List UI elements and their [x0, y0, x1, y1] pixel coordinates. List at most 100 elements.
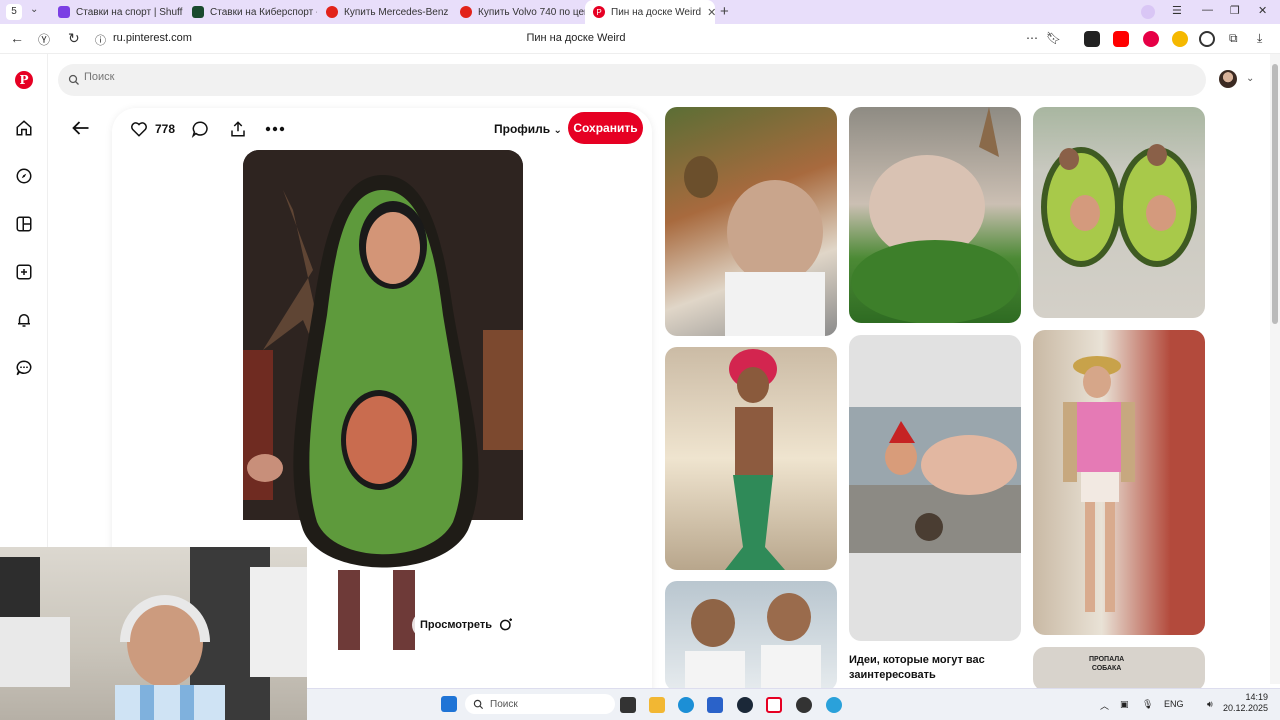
view-visit-button[interactable]: Просмотреть	[412, 612, 522, 638]
more-options-icon[interactable]	[265, 119, 285, 139]
related-pin-illustration	[849, 407, 1021, 553]
related-pin-gnome-cart[interactable]	[849, 335, 1021, 641]
tab-label: Купить Mercedes-Benz по	[344, 6, 451, 18]
related-pin-cucumber-beard[interactable]	[849, 107, 1021, 323]
clock-date: 20.12.2025	[1222, 703, 1268, 713]
taskbar-clock[interactable]: 14:19 20.12.2025	[1218, 692, 1268, 714]
search-input[interactable]	[84, 71, 884, 83]
related-pin-kiwi-head[interactable]	[665, 107, 837, 336]
coin-extension-icon[interactable]	[1172, 31, 1188, 47]
tab-mercedes[interactable]: Купить Mercedes-Benz по	[318, 0, 451, 24]
tab-esport[interactable]: Ставки на Киберспорт - С	[184, 0, 317, 24]
search-bar[interactable]	[58, 64, 1206, 96]
search-icon	[473, 699, 484, 709]
microphone-icon[interactable]: 🎙︎	[1142, 699, 1153, 710]
related-pin-cowboy[interactable]	[1033, 330, 1205, 635]
close-tab-icon[interactable]: ✕	[707, 6, 715, 19]
messages-icon[interactable]	[14, 358, 34, 378]
esport-favicon-icon	[192, 6, 204, 18]
tab-label: Ставки на Киберспорт - С	[210, 6, 317, 18]
steam-icon[interactable]	[737, 697, 753, 713]
address-bar: ← Ⓨ ↻ ⓘ ru.pinterest.com Пин на доске We…	[0, 24, 1280, 54]
browser-tab-strip: 5 ⌄ Ставки на спорт | Shuffle Ставки на …	[0, 0, 1280, 24]
volume-icon[interactable]: 🔊︎	[1207, 699, 1213, 710]
pinterest-logo-icon[interactable]: P	[15, 71, 33, 89]
back-arrow-icon[interactable]	[72, 120, 90, 141]
home-icon[interactable]	[14, 118, 34, 138]
tab-volvo[interactable]: Купить Volvo 740 по цене	[452, 0, 585, 24]
tab-pinterest-active[interactable]: P Пин на доске Weird ✕	[585, 0, 715, 24]
collections-icon[interactable]: ⧉	[1229, 31, 1238, 46]
pinterest-favicon-icon: P	[593, 6, 605, 18]
account-chevron-down-icon[interactable]: ⌄	[1246, 73, 1254, 84]
tab-list-chevron-icon[interactable]: ⌄	[30, 4, 38, 15]
youtube-style-favicon-icon	[460, 6, 472, 18]
profile-icon[interactable]	[1141, 5, 1155, 19]
shuffle-favicon-icon	[58, 6, 70, 18]
user-avatar[interactable]	[1219, 70, 1237, 88]
webcam-overlay	[0, 547, 307, 720]
webcam-streamer-illustration	[0, 547, 307, 720]
view-label: Просмотреть	[420, 619, 492, 631]
youtube-extension-icon[interactable]	[1113, 31, 1129, 47]
sign-text: ПРОПАЛА СОБАКА	[1089, 655, 1124, 673]
search-icon	[68, 74, 79, 85]
file-explorer-icon[interactable]	[649, 697, 665, 713]
taskbar-search[interactable]: Поиск	[465, 694, 615, 714]
yandex-browser-icon[interactable]	[766, 697, 782, 713]
related-pin-illustration	[1041, 144, 1197, 267]
clock-time: 14:19	[1245, 692, 1268, 702]
minimize-icon[interactable]: —	[1202, 4, 1213, 16]
related-pin-illustration	[851, 107, 1019, 323]
taskbar-search-label: Поиск	[490, 698, 518, 710]
tab-label: Купить Volvo 740 по цене	[478, 6, 585, 18]
sign-line-1: ПРОПАЛА	[1089, 656, 1125, 663]
tray-app-icon[interactable]: ▣	[1120, 699, 1129, 710]
related-pin-avocado-duo[interactable]	[1033, 107, 1205, 318]
telegram-icon[interactable]	[826, 697, 842, 713]
edge-browser-icon[interactable]	[678, 697, 694, 713]
comment-icon[interactable]	[191, 119, 209, 139]
download-icon[interactable]: ⤓	[1257, 31, 1262, 46]
chevron-down-icon: ⌄	[553, 125, 562, 136]
save-button[interactable]: Сохранить	[568, 112, 643, 144]
boards-icon[interactable]	[14, 214, 34, 234]
more-dots-icon[interactable]: ⋯	[1026, 31, 1038, 45]
ideas-heading: Идеи, которые могут вас заинтересовать	[849, 654, 985, 681]
close-window-icon[interactable]: ✕	[1258, 4, 1267, 17]
task-view-icon[interactable]	[620, 697, 636, 713]
menu-icon[interactable]: ☰	[1172, 4, 1182, 17]
tab-count-badge[interactable]: 5	[6, 4, 22, 20]
profile-dropdown[interactable]: Профиль ⌄	[494, 122, 562, 136]
extension-icon[interactable]	[1084, 31, 1100, 47]
like-heart-icon[interactable]	[130, 119, 148, 139]
explore-compass-icon[interactable]	[14, 166, 34, 186]
scrollbar-thumb[interactable]	[1272, 64, 1278, 324]
profile-label: Профиль	[494, 122, 551, 136]
tray-chevron-up-icon[interactable]: ︿	[1100, 699, 1109, 712]
store-icon[interactable]	[707, 697, 723, 713]
media-extension-icon[interactable]	[1199, 31, 1215, 47]
adblock-extension-icon[interactable]	[1143, 31, 1159, 47]
restore-icon[interactable]: ❐	[1230, 4, 1240, 17]
page-title: Пин на доске Weird	[526, 32, 626, 44]
create-plus-icon[interactable]	[14, 262, 34, 282]
tab-label: Пин на доске Weird	[611, 6, 702, 18]
related-pin-lost-dog-sign[interactable]: ПРОПАЛА СОБАКА	[1033, 647, 1205, 691]
related-pin-illustration	[684, 156, 825, 336]
related-pin-illustration	[685, 593, 821, 691]
related-pin-illustration	[725, 349, 785, 570]
language-indicator[interactable]: ENG	[1164, 699, 1184, 709]
sign-line-2: СОБАКА	[1091, 665, 1122, 672]
share-upload-icon[interactable]	[229, 119, 247, 139]
related-pin-mermaid-man[interactable]	[665, 347, 837, 570]
obs-icon[interactable]	[796, 697, 812, 713]
related-pin-two-men[interactable]	[665, 581, 837, 691]
new-tab-icon[interactable]: +	[720, 3, 729, 20]
windows-start-icon[interactable]	[441, 696, 457, 712]
related-pin-illustration	[1063, 356, 1135, 612]
notifications-bell-icon[interactable]	[14, 310, 34, 330]
youtube-style-favicon-icon	[326, 6, 338, 18]
bookmark-icon[interactable]: 🔖︎	[1046, 31, 1061, 45]
tab-shuffle[interactable]: Ставки на спорт | Shuffle	[50, 0, 183, 24]
